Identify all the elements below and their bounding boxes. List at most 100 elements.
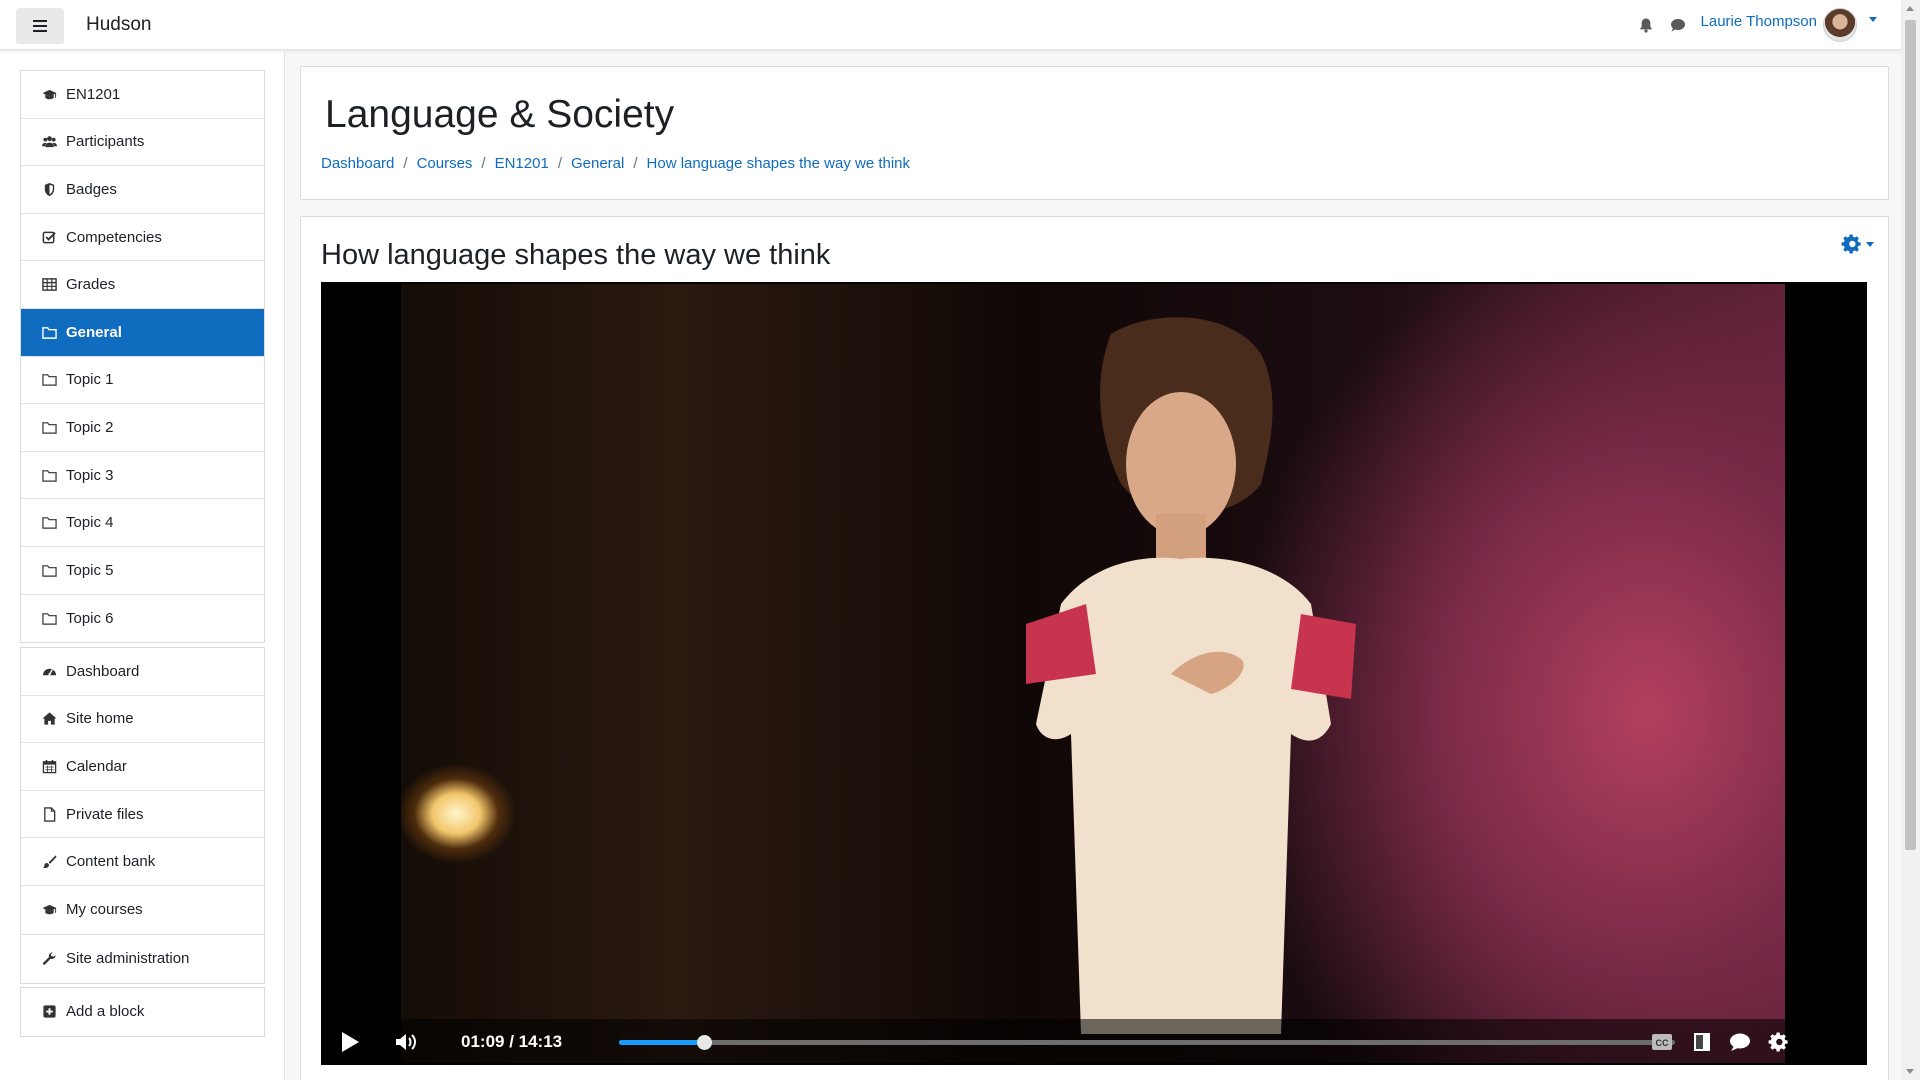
sidebar-item-label: Site administration [66, 950, 190, 968]
file-icon [41, 806, 57, 822]
calendar-icon [41, 758, 57, 774]
sidebar-item-label: EN1201 [66, 85, 121, 103]
video-progress-bar[interactable] [619, 1035, 1675, 1050]
tachometer-icon [41, 663, 57, 679]
add-block-group: Add a block [20, 987, 265, 1037]
sidebar-item-label: Topic 6 [66, 609, 114, 627]
video-time-display: 01:09 / 14:13 [461, 1032, 563, 1051]
chevron-down-icon [1866, 241, 1874, 247]
video-frame [401, 284, 1785, 1063]
gear-icon [1841, 234, 1861, 254]
wrench-icon [41, 951, 57, 967]
breadcrumb-separator: / [481, 155, 486, 172]
svg-text:CC: CC [1656, 1038, 1669, 1048]
sidebar-item-grades[interactable]: Grades [21, 261, 264, 309]
avatar[interactable] [1823, 8, 1857, 42]
captions-button[interactable]: CC [1647, 1019, 1677, 1065]
scroll-up-arrow-icon[interactable] [1906, 6, 1914, 11]
breadcrumb-link-courses[interactable]: Courses [417, 155, 473, 172]
sidebar-item-topic-5[interactable]: Topic 5 [21, 547, 264, 595]
site-name-link[interactable]: Hudson [86, 14, 152, 36]
video-player[interactable]: 01:09 / 14:13 CC [321, 282, 1867, 1065]
site-nav-group: Dashboard Site home Calendar Private fil… [20, 647, 265, 935]
sidebar-item-calendar[interactable]: Calendar [21, 743, 264, 791]
sidebar-item-label: Participants [66, 133, 145, 151]
sidebar-layout-icon [1694, 1033, 1710, 1051]
breadcrumb-link-course[interactable]: EN1201 [495, 155, 549, 172]
sidebar-item-content-bank[interactable]: Content bank [21, 838, 264, 886]
folder-icon [41, 467, 57, 483]
sidebar-item-site-administration[interactable]: Site administration [21, 935, 264, 983]
page-header: Language & Society Dashboard / Courses /… [300, 66, 1889, 200]
sidebar-item-topic-6[interactable]: Topic 6 [21, 595, 264, 643]
breadcrumb-link-dashboard[interactable]: Dashboard [321, 155, 394, 172]
messages-icon[interactable] [1669, 16, 1687, 34]
home-icon [41, 711, 57, 727]
sidebar-item-topic-1[interactable]: Topic 1 [21, 357, 264, 405]
scrollbar-thumb[interactable] [1905, 20, 1916, 850]
sidebar-item-general[interactable]: General [21, 308, 264, 357]
folder-icon [41, 372, 57, 388]
user-menu-name[interactable]: Laurie Thompson [1701, 13, 1817, 30]
sidebar-item-label: Topic 4 [66, 514, 114, 532]
page-scrollbar[interactable] [1901, 0, 1920, 1080]
speech-bubble-icon [1730, 1033, 1750, 1051]
graduation-cap-icon [41, 902, 57, 918]
user-menu-caret-icon[interactable] [1869, 16, 1877, 22]
admin-nav-group: Site administration [20, 934, 265, 984]
video-settings-button[interactable] [1763, 1019, 1793, 1065]
shield-icon [41, 181, 57, 197]
speaker-figure [1026, 317, 1356, 1034]
sidebar-item-label: Topic 5 [66, 561, 114, 579]
breadcrumb-separator: / [403, 155, 408, 172]
sidebar-item-private-files[interactable]: Private files [21, 791, 264, 839]
drawer-toggle-button[interactable] [16, 8, 64, 44]
hamburger-icon [33, 20, 47, 32]
folder-icon [41, 419, 57, 435]
gear-icon [1768, 1032, 1788, 1052]
sidebar-item-topic-3[interactable]: Topic 3 [21, 452, 264, 500]
sidebar-item-my-courses[interactable]: My courses [21, 886, 264, 934]
video-progress-handle[interactable] [697, 1035, 713, 1050]
folder-icon [41, 515, 57, 531]
folder-icon [41, 562, 57, 578]
breadcrumb-link-section[interactable]: General [571, 155, 624, 172]
paint-brush-icon [41, 854, 57, 870]
activity-actions-menu[interactable] [1840, 233, 1874, 255]
sidebar-item-topic-2[interactable]: Topic 2 [21, 404, 264, 452]
sidebar-item-topic-4[interactable]: Topic 4 [21, 499, 264, 547]
transcript-button[interactable] [1725, 1019, 1755, 1065]
sidebar-item-label: Calendar [66, 757, 127, 775]
scroll-down-arrow-icon[interactable] [1906, 1069, 1914, 1074]
users-icon [41, 134, 57, 150]
sidebar-item-label: Grades [66, 276, 116, 294]
sidebar-item-competencies[interactable]: Competencies [21, 214, 264, 262]
sidebar-item-label: Topic 3 [66, 466, 114, 484]
bell-icon[interactable] [1637, 16, 1655, 34]
sidebar-item-badges[interactable]: Badges [21, 166, 264, 214]
sidebar-item-dashboard[interactable]: Dashboard [21, 648, 264, 696]
mute-button[interactable] [391, 1019, 421, 1065]
sidebar-item-en1201[interactable]: EN1201 [21, 71, 264, 119]
video-controls: 01:09 / 14:13 CC [321, 1019, 1867, 1065]
video-progress-fill [619, 1040, 705, 1045]
graduation-cap-icon [41, 86, 57, 102]
layout-button[interactable] [1687, 1019, 1717, 1065]
sidebar-item-site-home[interactable]: Site home [21, 696, 264, 744]
add-block-button[interactable]: Add a block [21, 988, 264, 1036]
breadcrumb-link-activity[interactable]: How language shapes the way we think [647, 155, 911, 172]
folder-icon [41, 610, 57, 626]
closed-captions-icon: CC [1652, 1034, 1672, 1050]
sidebar-item-participants[interactable]: Participants [21, 119, 264, 167]
sidebar-item-label: Content bank [66, 853, 156, 871]
play-button[interactable] [335, 1019, 365, 1065]
breadcrumb: Dashboard / Courses / EN1201 / General /… [321, 155, 910, 172]
top-navbar: Hudson Laurie Thompson [0, 0, 1901, 50]
folder-icon [41, 324, 57, 340]
check-square-icon [41, 229, 57, 245]
plus-square-icon [41, 1004, 57, 1020]
sidebar-item-label: General [66, 323, 122, 341]
sidebar-item-label: Badges [66, 180, 117, 198]
sidebar-item-label: Private files [66, 805, 144, 823]
sidebar-item-label: Topic 1 [66, 371, 114, 389]
